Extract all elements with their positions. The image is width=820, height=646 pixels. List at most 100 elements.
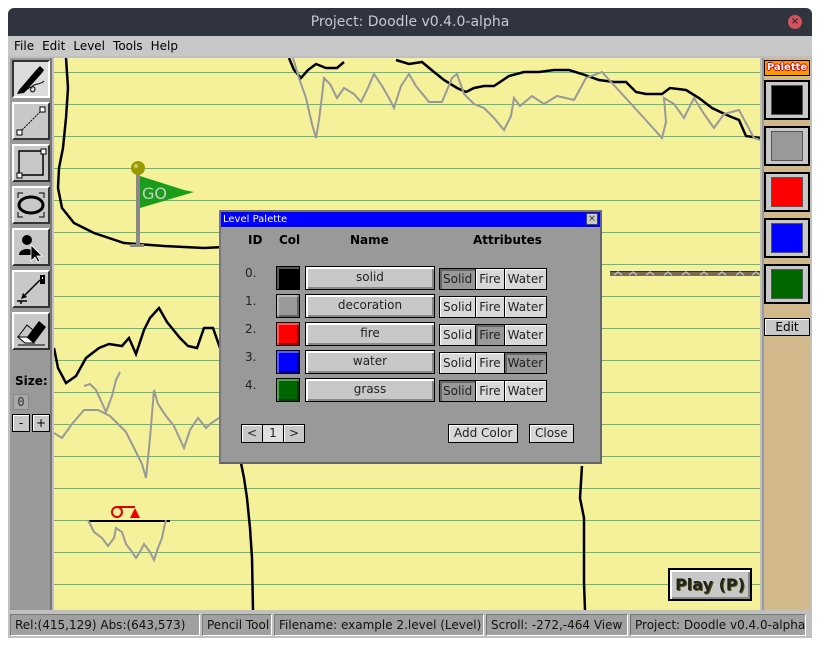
eraser-icon — [16, 321, 46, 346]
row-color-swatch[interactable] — [276, 322, 300, 346]
attribute-toggles: Solid Fire Water — [439, 296, 548, 318]
attr-fire-toggle[interactable]: Fire — [476, 297, 504, 317]
attr-water-toggle[interactable]: Water — [504, 325, 547, 345]
palette-row: 3. water Solid Fire Water — [221, 350, 600, 378]
pager-next-button[interactable]: > — [284, 425, 304, 442]
actor-select-icon — [19, 235, 43, 263]
rectangle-tool-button[interactable] — [12, 144, 50, 182]
attr-solid-toggle[interactable]: Solid — [440, 297, 476, 317]
dialog-title-bar[interactable]: Level Palette × — [221, 212, 600, 227]
ellipse-icon — [17, 192, 45, 218]
size-increase-button[interactable]: + — [32, 414, 50, 432]
window-close-button[interactable]: × — [788, 15, 802, 29]
solid-line-top — [287, 58, 760, 140]
palette-edit-button[interactable]: Edit — [764, 318, 810, 336]
row-color-swatch[interactable] — [276, 378, 300, 402]
attribute-toggles: Solid Fire Water — [439, 380, 548, 402]
palette-header: Palette — [764, 60, 810, 76]
app-window: Project: Doodle v0.4.0-alpha × File Edit… — [8, 8, 812, 638]
decoration-line-mid-left — [54, 371, 220, 479]
rectangle-icon — [16, 148, 47, 179]
attr-solid-toggle[interactable]: Solid — [440, 269, 476, 289]
actor-tool-button[interactable] — [12, 228, 50, 266]
row-name-button[interactable]: solid — [305, 266, 435, 290]
ellipse-tool-button[interactable] — [12, 186, 50, 224]
row-id: 2. — [245, 322, 257, 336]
header-id: ID — [248, 233, 263, 247]
palette-swatch-solid[interactable] — [764, 80, 810, 120]
status-tool: Pencil Tool — [202, 614, 272, 636]
row-color-swatch[interactable] — [276, 350, 300, 374]
attribute-toggles: Solid Fire Water — [439, 352, 548, 374]
row-name-button[interactable]: fire — [305, 322, 435, 346]
row-name-button[interactable]: decoration — [305, 294, 435, 318]
attr-solid-toggle[interactable]: Solid — [440, 381, 476, 401]
attr-water-toggle[interactable]: Water — [504, 381, 547, 401]
dialog-close-text-button[interactable]: Close — [529, 424, 574, 443]
attr-fire-toggle[interactable]: Fire — [476, 325, 504, 345]
status-scroll: Scroll: -272,-464 View — [486, 614, 628, 636]
title-bar: Project: Doodle v0.4.0-alpha × — [8, 8, 812, 36]
dialog-title: Level Palette — [223, 214, 288, 225]
pencil-icon — [17, 66, 45, 94]
palette-row: 0. solid Solid Fire Water — [221, 266, 600, 294]
menu-edit[interactable]: Edit — [42, 39, 65, 53]
window-title: Project: Doodle v0.4.0-alpha — [310, 14, 510, 30]
link-tool-button[interactable] — [12, 270, 50, 308]
menu-file[interactable]: File — [14, 39, 34, 53]
menu-tools[interactable]: Tools — [113, 39, 143, 53]
attr-water-toggle[interactable]: Water — [504, 353, 547, 373]
line-tool-button[interactable] — [12, 102, 50, 140]
header-col: Col — [279, 233, 301, 247]
palette-swatch-decoration[interactable] — [764, 126, 810, 166]
status-filename: Filename: example 2.level (Level) — [274, 614, 484, 636]
attr-water-toggle[interactable]: Water — [504, 269, 547, 289]
close-icon: × — [588, 214, 596, 224]
play-button[interactable]: Play (P) — [668, 568, 752, 601]
start-flag-text: GO — [142, 184, 167, 203]
pencil-tool-button[interactable] — [12, 60, 50, 98]
row-id: 0. — [245, 266, 257, 280]
attr-fire-toggle[interactable]: Fire — [476, 353, 504, 373]
attr-solid-toggle[interactable]: Solid — [440, 353, 476, 373]
attr-water-toggle[interactable]: Water — [504, 297, 547, 317]
attr-fire-toggle[interactable]: Fire — [476, 269, 504, 289]
swatch-color — [771, 131, 803, 161]
status-project: Project: Doodle v0.4.0-alpha — [630, 614, 806, 636]
menu-help[interactable]: Help — [151, 39, 178, 53]
palette-swatch-water[interactable] — [764, 218, 810, 258]
swatch-color — [771, 223, 803, 253]
dialog-close-button[interactable]: × — [586, 213, 598, 225]
decoration-under-platform — [87, 519, 167, 563]
solid-line-left-wall — [56, 58, 225, 250]
size-label: Size: — [15, 374, 48, 388]
row-id: 4. — [245, 378, 257, 392]
row-color-swatch[interactable] — [276, 294, 300, 318]
size-decrease-button[interactable]: - — [12, 414, 30, 432]
eraser-tool-button[interactable] — [12, 312, 50, 350]
row-id: 1. — [245, 294, 257, 308]
menu-level[interactable]: Level — [73, 39, 105, 53]
add-color-button[interactable]: Add Color — [448, 424, 519, 443]
attr-solid-toggle[interactable]: Solid — [440, 325, 476, 345]
swatch-color — [771, 269, 803, 299]
decoration-line-top — [292, 58, 760, 141]
row-name-button[interactable]: water — [305, 350, 435, 374]
link-icon — [17, 275, 45, 304]
row-color-swatch[interactable] — [276, 266, 300, 290]
start-flag-actor[interactable]: GO — [130, 161, 194, 247]
pager-page-number: 1 — [263, 425, 283, 442]
brush-size-value[interactable]: 0 — [13, 394, 29, 410]
palette-swatch-fire[interactable] — [764, 172, 810, 212]
trapdoor-actor[interactable] — [111, 506, 140, 518]
row-name-button[interactable]: grass — [305, 378, 435, 402]
palette-row: 2. fire Solid Fire Water — [221, 322, 600, 350]
palette-panel: Palette Edit — [762, 58, 810, 610]
attribute-toggles: Solid Fire Water — [439, 324, 548, 346]
status-bar: Rel:(415,129) Abs:(643,573) Pencil Tool … — [8, 612, 812, 638]
attr-fire-toggle[interactable]: Fire — [476, 381, 504, 401]
solid-line-right-wall — [578, 465, 587, 610]
pager-prev-button[interactable]: < — [242, 425, 262, 442]
palette-swatch-grass[interactable] — [764, 264, 810, 304]
palette-row: 4. grass Solid Fire Water — [221, 378, 600, 406]
